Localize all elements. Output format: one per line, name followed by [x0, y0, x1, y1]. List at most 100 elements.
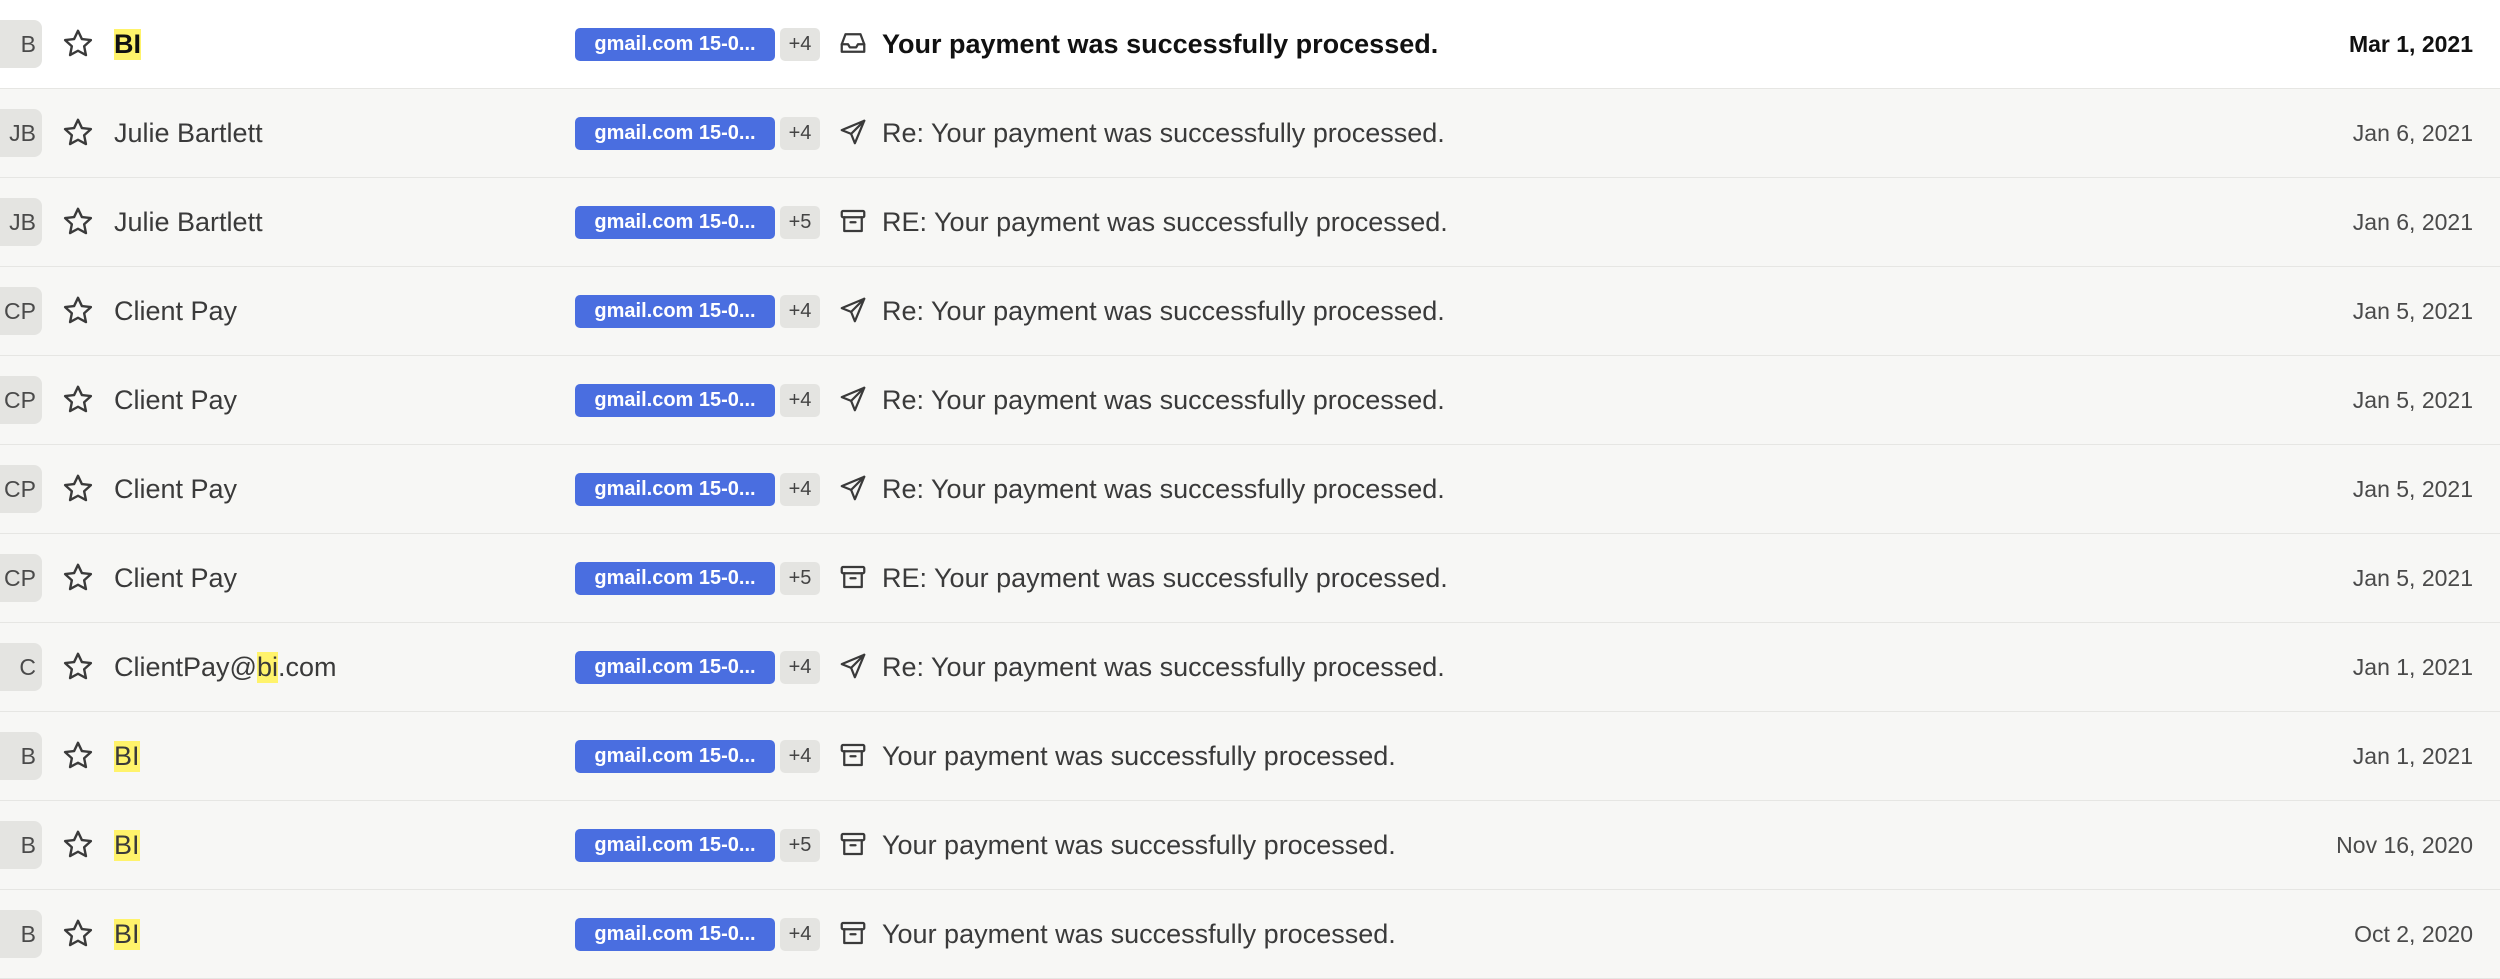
sender-name: BI	[114, 890, 140, 979]
email-subject: Your payment was successfully processed.	[882, 830, 1396, 860]
label-tag[interactable]: gmail.com 15-0...	[575, 562, 775, 595]
sender-name: Client Pay	[114, 534, 237, 623]
label-tag[interactable]: gmail.com 15-0...	[575, 28, 775, 61]
more-labels-badge[interactable]: +4	[780, 117, 820, 150]
more-labels-badge[interactable]: +4	[780, 28, 820, 61]
more-labels-badge[interactable]: +4	[780, 295, 820, 328]
email-row[interactable]: B BI gmail.com 15-0... +4 Your payment w…	[0, 0, 2500, 89]
sender-text: Client Pay	[114, 474, 238, 504]
label-tag[interactable]: gmail.com 15-0...	[575, 295, 775, 328]
email-row[interactable]: C ClientPay@ bi .com gmail.com 15-0... +4 …	[0, 623, 2500, 712]
sender-highlight: BI	[114, 29, 141, 60]
email-row[interactable]: CP Client Pay gmail.com 15-0... +4 Re: Y…	[0, 445, 2500, 534]
email-date: Jan 5, 2021	[2352, 298, 2473, 324]
avatar: B	[0, 20, 42, 68]
email-subject: RE: Your payment was successfully proces…	[882, 563, 1448, 593]
sender-name: Julie Bartlett	[114, 178, 263, 267]
label-tag[interactable]: gmail.com 15-0...	[575, 206, 775, 239]
more-labels-badge[interactable]: +4	[780, 473, 820, 506]
more-labels-badge[interactable]: +4	[780, 740, 820, 773]
star-icon[interactable]	[60, 115, 96, 151]
archive-icon	[838, 740, 868, 770]
email-row[interactable]: B BI gmail.com 15-0... +5 Your payment w…	[0, 801, 2500, 890]
sender-highlight: bi	[256, 652, 278, 683]
avatar: B	[0, 821, 42, 869]
star-icon[interactable]	[60, 916, 96, 952]
email-row[interactable]: JB Julie Bartlett gmail.com 15-0... +4 R…	[0, 89, 2500, 178]
email-row[interactable]: B BI gmail.com 15-0... +4 Your payment w…	[0, 890, 2500, 979]
sender-name: BI	[114, 801, 140, 890]
more-labels-badge[interactable]: +5	[780, 829, 820, 862]
inbox-icon	[838, 28, 868, 58]
more-labels-badge[interactable]: +5	[780, 562, 820, 595]
email-subject: Your payment was successfully processed.	[882, 29, 1439, 59]
star-icon[interactable]	[60, 560, 96, 596]
archive-icon	[838, 829, 868, 859]
email-row[interactable]: B BI gmail.com 15-0... +4 Your payment w…	[0, 712, 2500, 801]
avatar: JB	[0, 109, 42, 157]
more-labels-badge[interactable]: +5	[780, 206, 820, 239]
star-icon[interactable]	[60, 471, 96, 507]
label-tag[interactable]: gmail.com 15-0...	[575, 384, 775, 417]
sender-name: Julie Bartlett	[114, 89, 263, 178]
sender-name: Client Pay	[114, 445, 237, 534]
label-tag[interactable]: gmail.com 15-0...	[575, 918, 775, 951]
star-icon[interactable]	[60, 382, 96, 418]
avatar: C	[0, 643, 42, 691]
email-date: Oct 2, 2020	[2354, 921, 2473, 947]
star-icon[interactable]	[60, 293, 96, 329]
sender-text: Client Pay	[114, 296, 238, 326]
avatar: CP	[0, 376, 42, 424]
email-date: Jan 5, 2021	[2352, 476, 2473, 502]
sender-text: Client Pay	[114, 385, 238, 415]
sent-icon	[838, 651, 868, 681]
email-date: Jan 1, 2021	[2352, 654, 2473, 680]
email-row[interactable]: CP Client Pay gmail.com 15-0... +5 RE: Y…	[0, 534, 2500, 623]
email-date: Mar 1, 2021	[2348, 31, 2473, 57]
email-date: Jan 6, 2021	[2352, 120, 2473, 146]
sender-text: ClientPay@	[114, 652, 257, 682]
label-tag[interactable]: gmail.com 15-0...	[575, 651, 775, 684]
avatar: CP	[0, 554, 42, 602]
sender-name: Client Pay	[114, 356, 237, 445]
email-row[interactable]: JB Julie Bartlett gmail.com 15-0... +5 R…	[0, 178, 2500, 267]
sender-text: Julie Bartlett	[114, 118, 263, 148]
avatar: CP	[0, 465, 42, 513]
sent-icon	[838, 117, 868, 147]
email-date: Jan 5, 2021	[2352, 565, 2473, 591]
more-labels-badge[interactable]: +4	[780, 384, 820, 417]
avatar: JB	[0, 198, 42, 246]
label-tag[interactable]: gmail.com 15-0...	[575, 740, 775, 773]
more-labels-badge[interactable]: +4	[780, 918, 820, 951]
email-subject: Your payment was successfully processed.	[882, 919, 1396, 949]
email-subject: Your payment was successfully processed.	[882, 741, 1396, 771]
star-icon[interactable]	[60, 649, 96, 685]
sender-name: BI	[114, 0, 141, 89]
email-subject: Re: Your payment was successfully proces…	[882, 474, 1445, 504]
sent-icon	[838, 295, 868, 325]
label-tag[interactable]: gmail.com 15-0...	[575, 829, 775, 862]
email-row[interactable]: CP Client Pay gmail.com 15-0... +4 Re: Y…	[0, 267, 2500, 356]
email-row[interactable]: CP Client Pay gmail.com 15-0... +4 Re: Y…	[0, 356, 2500, 445]
email-list: B BI gmail.com 15-0... +4 Your payment w…	[0, 0, 2500, 979]
email-subject: Re: Your payment was successfully proces…	[882, 652, 1445, 682]
star-icon[interactable]	[60, 827, 96, 863]
avatar: B	[0, 910, 42, 958]
email-date: Jan 5, 2021	[2352, 387, 2473, 413]
archive-icon	[838, 206, 868, 236]
star-icon[interactable]	[60, 26, 96, 62]
sent-icon	[838, 473, 868, 503]
more-labels-badge[interactable]: +4	[780, 651, 820, 684]
email-subject: Re: Your payment was successfully proces…	[882, 118, 1445, 148]
sender-name: ClientPay@ bi .com	[114, 623, 337, 712]
avatar: B	[0, 732, 42, 780]
sender-name: Client Pay	[114, 267, 237, 356]
email-date: Nov 16, 2020	[2336, 832, 2473, 858]
label-tag[interactable]: gmail.com 15-0...	[575, 473, 775, 506]
archive-icon	[838, 918, 868, 948]
archive-icon	[838, 562, 868, 592]
star-icon[interactable]	[60, 204, 96, 240]
email-subject: Re: Your payment was successfully proces…	[882, 385, 1445, 415]
star-icon[interactable]	[60, 738, 96, 774]
label-tag[interactable]: gmail.com 15-0...	[575, 117, 775, 150]
